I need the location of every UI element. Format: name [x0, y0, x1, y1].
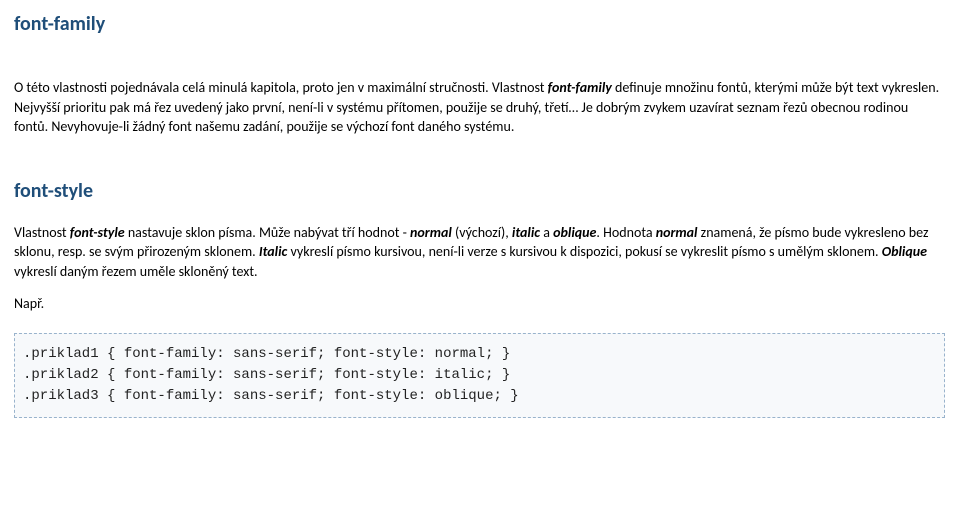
text-bold-italic: Oblique: [882, 243, 927, 260]
code-example: .priklad1 { font-family: sans-serif; fon…: [14, 333, 945, 418]
text-bold-italic: Italic: [259, 243, 287, 260]
text-bold-italic: font-family: [548, 79, 612, 96]
text-bold-italic: font-style: [70, 224, 125, 241]
text: a: [540, 224, 553, 241]
paragraph-font-style: Vlastnost font-style nastavuje sklon pís…: [14, 223, 945, 282]
text: . Hodnota: [596, 224, 655, 241]
text: vykreslí daným řezem uměle skloněný text…: [14, 263, 258, 280]
text-bold-italic: normal: [410, 224, 452, 241]
text-bold-italic: normal: [656, 224, 698, 241]
example-label: Např.: [14, 294, 945, 314]
text: (výchozí),: [452, 224, 512, 241]
text: vykreslí písmo kursivou, není-li verze s…: [287, 243, 881, 260]
text-bold-italic: italic: [512, 224, 540, 241]
heading-font-style: font-style: [14, 177, 945, 205]
text: O této vlastnosti pojednávala celá minul…: [14, 79, 548, 96]
text: nastavuje sklon písma. Může nabývat tří …: [125, 224, 410, 241]
text-bold-italic: oblique: [553, 224, 596, 241]
paragraph-font-family: O této vlastnosti pojednávala celá minul…: [14, 78, 945, 137]
text: Vlastnost: [14, 224, 70, 241]
heading-font-family: font-family: [14, 10, 945, 38]
